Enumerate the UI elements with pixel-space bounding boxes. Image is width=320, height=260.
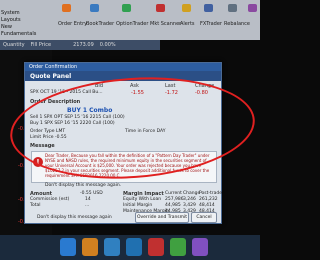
margin-header: Change (183, 191, 201, 196)
scanner-icon[interactable] (156, 4, 165, 12)
margin-change: 3,429 (183, 203, 196, 208)
cancel-button[interactable]: Cancel (191, 212, 217, 223)
total-label: Total (30, 203, 41, 208)
margin-post: 48,414 (199, 203, 215, 208)
taskbar (0, 235, 260, 260)
amount-value: -0.55 USD (80, 191, 103, 196)
rebalance-icon[interactable] (228, 4, 237, 12)
app-icon[interactable] (192, 238, 208, 256)
margin-row-label: Initial Margin (123, 203, 153, 208)
basket-icon[interactable] (248, 4, 257, 12)
folder-icon[interactable] (82, 238, 98, 256)
margin-post: 261,232 (199, 197, 218, 202)
grid-header: Quantity Fill Price 2173.09 0.00% (0, 40, 160, 50)
side-label[interactable]: Layouts (1, 17, 21, 23)
toolbar-fxtrader[interactable]: FXTrader (198, 17, 224, 31)
optiontrader-icon[interactable] (122, 4, 131, 12)
footer-checkbox-label[interactable]: Don't display this message again (37, 215, 112, 220)
alerts-icon[interactable] (182, 4, 191, 12)
commission-value: 14 (85, 197, 91, 202)
toolbar-rebalance[interactable]: Rebalance (222, 17, 252, 31)
side-label[interactable]: Fundamentals (1, 31, 36, 37)
side-label[interactable]: System (1, 10, 20, 16)
margin-change: 3,246 (183, 197, 196, 202)
app-icon[interactable] (148, 238, 164, 256)
dialog-title: Order Confirmation (25, 63, 221, 71)
toolbar-alerts[interactable]: Alerts (178, 17, 197, 31)
dont-display-checkbox-label[interactable]: Don't display this message again. (45, 183, 121, 188)
side-label[interactable]: New (1, 24, 12, 30)
col-header[interactable]: Quantity (0, 42, 28, 48)
ie-icon[interactable] (60, 238, 76, 256)
ib-icon[interactable] (126, 238, 142, 256)
mail-icon[interactable] (104, 238, 120, 256)
margin-current: 44,985 (165, 203, 181, 208)
margin-row-label: Equity With Loan (123, 197, 162, 202)
margin-current: 257,986 (165, 197, 184, 202)
main-toolbar: System Layouts New Fundamentals Order En… (0, 0, 260, 40)
app-icon[interactable] (170, 238, 186, 256)
booktrader-icon[interactable] (90, 4, 99, 12)
commission-label: Commission (est) (30, 197, 70, 202)
override-transmit-button[interactable]: Override and Transmit (135, 212, 189, 223)
fxtrader-icon[interactable] (204, 4, 213, 12)
col-value: 0.00% (99, 42, 116, 48)
col-header[interactable]: Fill Price (28, 42, 54, 48)
margin-header: Current (165, 191, 182, 196)
order-entry-icon[interactable] (62, 4, 71, 12)
col-value: 2173.09 (73, 42, 94, 48)
toolbar-optiontrader[interactable]: OptionTrader (114, 17, 150, 31)
total-value: ... (85, 203, 90, 208)
margin-header: Post-trade (199, 191, 223, 196)
toolbar-booktrader[interactable]: BookTrader (84, 17, 116, 31)
